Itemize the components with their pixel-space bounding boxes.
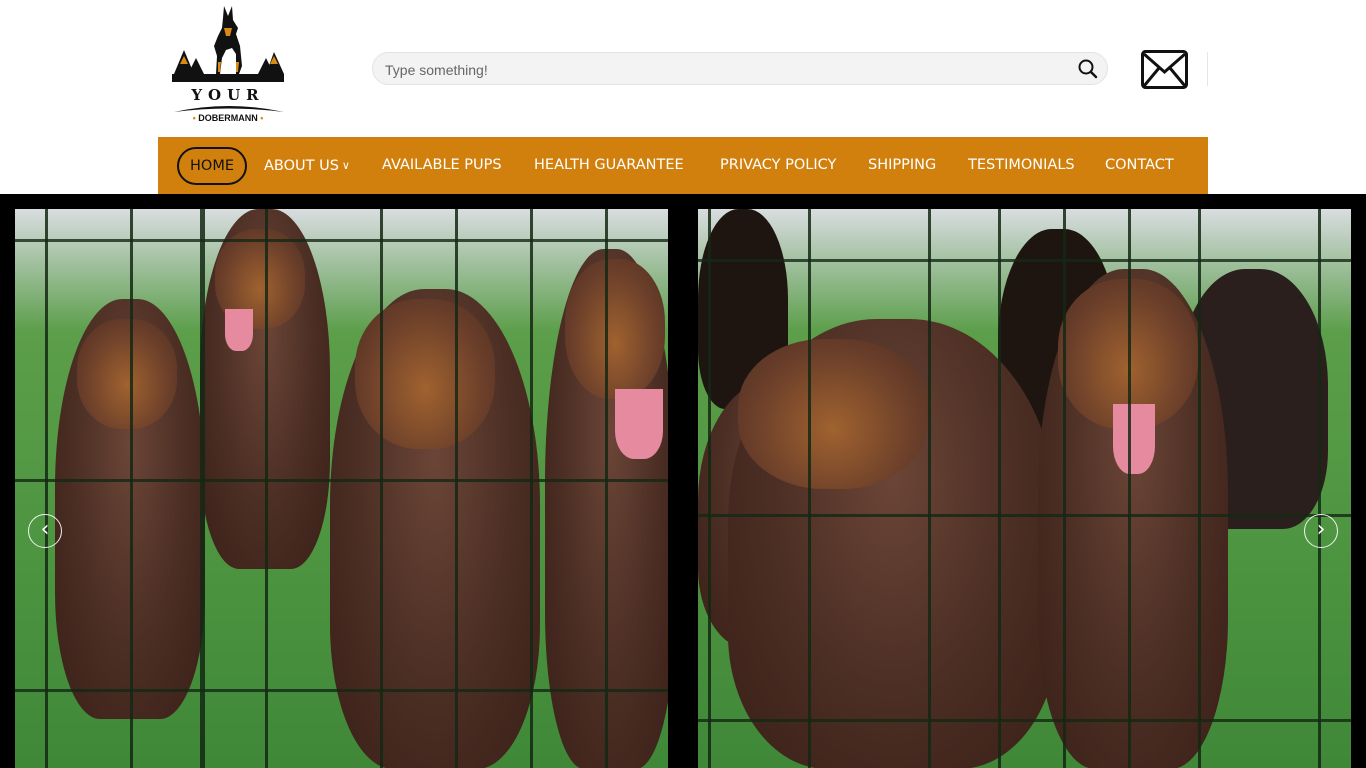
puppy-face <box>565 259 665 399</box>
fence-rail <box>15 689 668 692</box>
chevron-down-icon: ∨ <box>341 159 350 172</box>
search-input[interactable] <box>383 53 1067 86</box>
fence-bar <box>380 209 383 768</box>
main-navigation: HOME ABOUT US ∨ AVAILABLE PUPS HEALTH GUA… <box>158 137 1208 194</box>
puppy-tongue <box>615 389 663 459</box>
puppy-face <box>77 319 177 429</box>
fence-bar <box>1063 209 1066 768</box>
slide-image-left <box>15 209 668 768</box>
nav-margin-right <box>1208 137 1366 194</box>
fence-bar <box>530 209 533 768</box>
puppy-tongue <box>1113 404 1155 474</box>
slider-prev-button[interactable]: ‹ <box>28 514 62 548</box>
puppy-face <box>355 299 495 449</box>
logo-dot-left: • <box>192 113 196 123</box>
header-divider <box>1207 52 1208 86</box>
search-bar <box>372 52 1108 86</box>
fence-bar <box>130 209 133 768</box>
site-header: YOUR • DOBERMANN • <box>0 0 1366 137</box>
nav-item-home[interactable]: HOME <box>177 147 247 185</box>
logo-text-dobermann: • DOBERMANN • <box>166 113 290 123</box>
fence-bar <box>998 209 1001 768</box>
nav-item-about-us[interactable]: ABOUT US ∨ <box>264 137 350 194</box>
puppy-tongue <box>225 309 253 351</box>
nav-item-about-us-label: ABOUT US <box>264 158 339 174</box>
nav-item-health-guarantee[interactable]: HEALTH GUARANTEE <box>534 137 684 194</box>
hero-slider: ‹ › <box>0 194 1366 768</box>
email-button[interactable] <box>1141 50 1188 89</box>
fence-bar <box>1318 209 1321 768</box>
fence-bar <box>1128 209 1131 768</box>
fence-bar <box>265 209 268 768</box>
fence-bar <box>200 209 205 768</box>
site-logo[interactable]: YOUR • DOBERMANN • <box>166 2 290 128</box>
fence-rail <box>15 479 668 482</box>
logo-text-dobermann-label: DOBERMANN <box>198 113 258 123</box>
fence-rail <box>15 239 668 242</box>
puppy-face <box>738 339 928 489</box>
fence-bar <box>928 209 931 768</box>
slide-image-right <box>698 209 1351 768</box>
chevron-right-icon: › <box>1316 517 1326 542</box>
fence-rail <box>698 514 1351 517</box>
envelope-icon <box>1141 50 1188 89</box>
dobermann-logo-icon <box>172 6 284 82</box>
nav-item-contact[interactable]: CONTACT <box>1105 137 1174 194</box>
fence-bar <box>708 209 711 768</box>
fence-bar <box>455 209 458 768</box>
nav-item-privacy-policy[interactable]: PRIVACY POLICY <box>720 137 836 194</box>
slider-next-button[interactable]: › <box>1304 514 1338 548</box>
fence-rail <box>698 719 1351 722</box>
logo-dot-right: • <box>260 113 264 123</box>
nav-item-shipping[interactable]: SHIPPING <box>868 137 936 194</box>
fence-bar <box>605 209 608 768</box>
fence-bar <box>45 209 48 768</box>
nav-item-testimonials[interactable]: TESTIMONIALS <box>968 137 1075 194</box>
fence-bar <box>1198 209 1201 768</box>
nav-item-available-pups[interactable]: AVAILABLE PUPS <box>382 137 502 194</box>
chevron-left-icon: ‹ <box>40 517 50 542</box>
search-icon <box>1078 59 1098 79</box>
nav-margin-left <box>0 137 158 194</box>
fence-bar <box>808 209 811 768</box>
search-button[interactable] <box>1075 56 1101 82</box>
fence-rail <box>698 259 1351 262</box>
